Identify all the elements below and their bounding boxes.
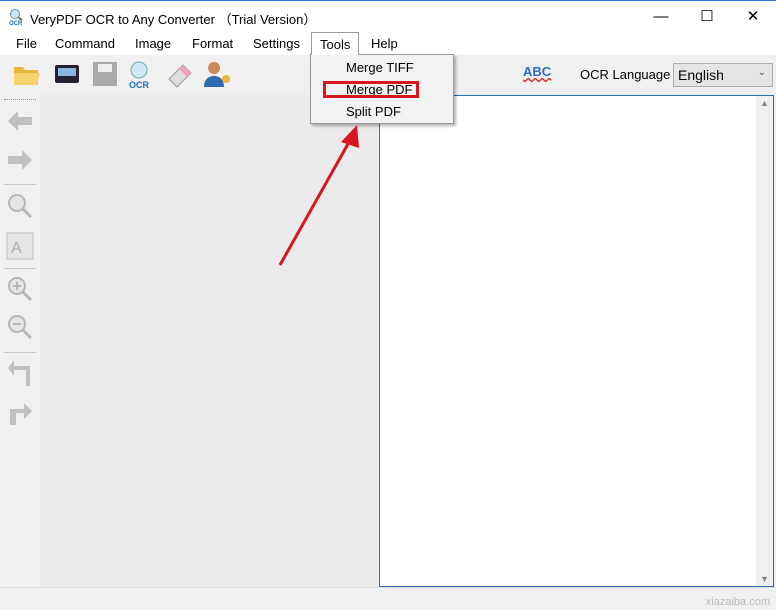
scanner-icon[interactable] [52, 59, 82, 89]
scroll-up-icon[interactable]: ▲ [760, 98, 769, 108]
menu-file[interactable]: File [16, 36, 37, 51]
divider [4, 184, 36, 185]
eraser-icon[interactable] [165, 59, 195, 89]
left-toolbar: A [0, 95, 40, 587]
back-icon[interactable] [6, 107, 34, 135]
menu-item-merge-tiff[interactable]: Merge TIFF [346, 60, 414, 75]
close-button[interactable]: ✕ [730, 1, 776, 32]
ocr-language-label: OCR Language [580, 67, 671, 82]
user-key-icon[interactable] [202, 59, 232, 89]
spellcheck-icon[interactable]: ABC [523, 64, 551, 79]
open-folder-icon[interactable] [12, 59, 42, 89]
ocr-language-select[interactable]: English ⌄ [673, 63, 773, 87]
svg-text:A: A [11, 240, 22, 257]
divider [4, 352, 36, 353]
ocr-language-value: English [678, 67, 724, 83]
menu-image[interactable]: Image [135, 36, 171, 51]
watermark: xiazaiba.com [705, 596, 770, 608]
tools-dropdown: Merge TIFF Merge PDF Split PDF [310, 54, 454, 124]
annotation-highlight-box [323, 81, 419, 98]
ocr-icon[interactable]: OCR [127, 59, 157, 89]
menu-help[interactable]: Help [371, 36, 398, 51]
scroll-down-icon[interactable]: ▼ [760, 574, 769, 584]
rotate-left-icon[interactable] [6, 360, 34, 388]
status-bar: xiazaiba.com [0, 587, 776, 610]
vertical-scrollbar[interactable]: ▲ ▼ [756, 96, 773, 586]
chevron-down-icon: ⌄ [757, 67, 766, 78]
minimize-button[interactable]: — [638, 1, 684, 32]
svg-text:OCR: OCR [129, 80, 150, 89]
divider [4, 268, 36, 269]
zoom-fit-icon[interactable] [6, 192, 34, 220]
rotate-right-icon[interactable] [6, 399, 34, 427]
window-title: VeryPDF OCR to Any Converter （Trial Vers… [30, 12, 317, 27]
menu-format[interactable]: Format [192, 36, 233, 51]
zoom-in-icon[interactable] [6, 275, 34, 303]
toolbar-grip [4, 99, 36, 100]
menu-tools[interactable]: Tools [311, 32, 360, 55]
annotation-arrow [278, 125, 359, 266]
svg-text:OCR: OCR [9, 21, 23, 26]
forward-icon[interactable] [6, 146, 34, 174]
menu-settings[interactable]: Settings [253, 36, 300, 51]
document-view[interactable]: ▲ ▼ [379, 95, 774, 587]
zoom-out-icon[interactable] [6, 313, 34, 341]
menu-item-split-pdf[interactable]: Split PDF [346, 104, 401, 119]
title-bar: OCR VeryPDF OCR to Any Converter （Trial … [0, 0, 776, 32]
menu-command[interactable]: Command [55, 36, 115, 51]
maximize-button[interactable]: ☐ [684, 1, 730, 32]
save-icon[interactable] [90, 59, 120, 89]
app-icon: OCR [9, 9, 23, 26]
text-size-icon[interactable]: A [6, 232, 34, 260]
menu-bar: File Command Image Format Settings Tools… [0, 32, 776, 55]
